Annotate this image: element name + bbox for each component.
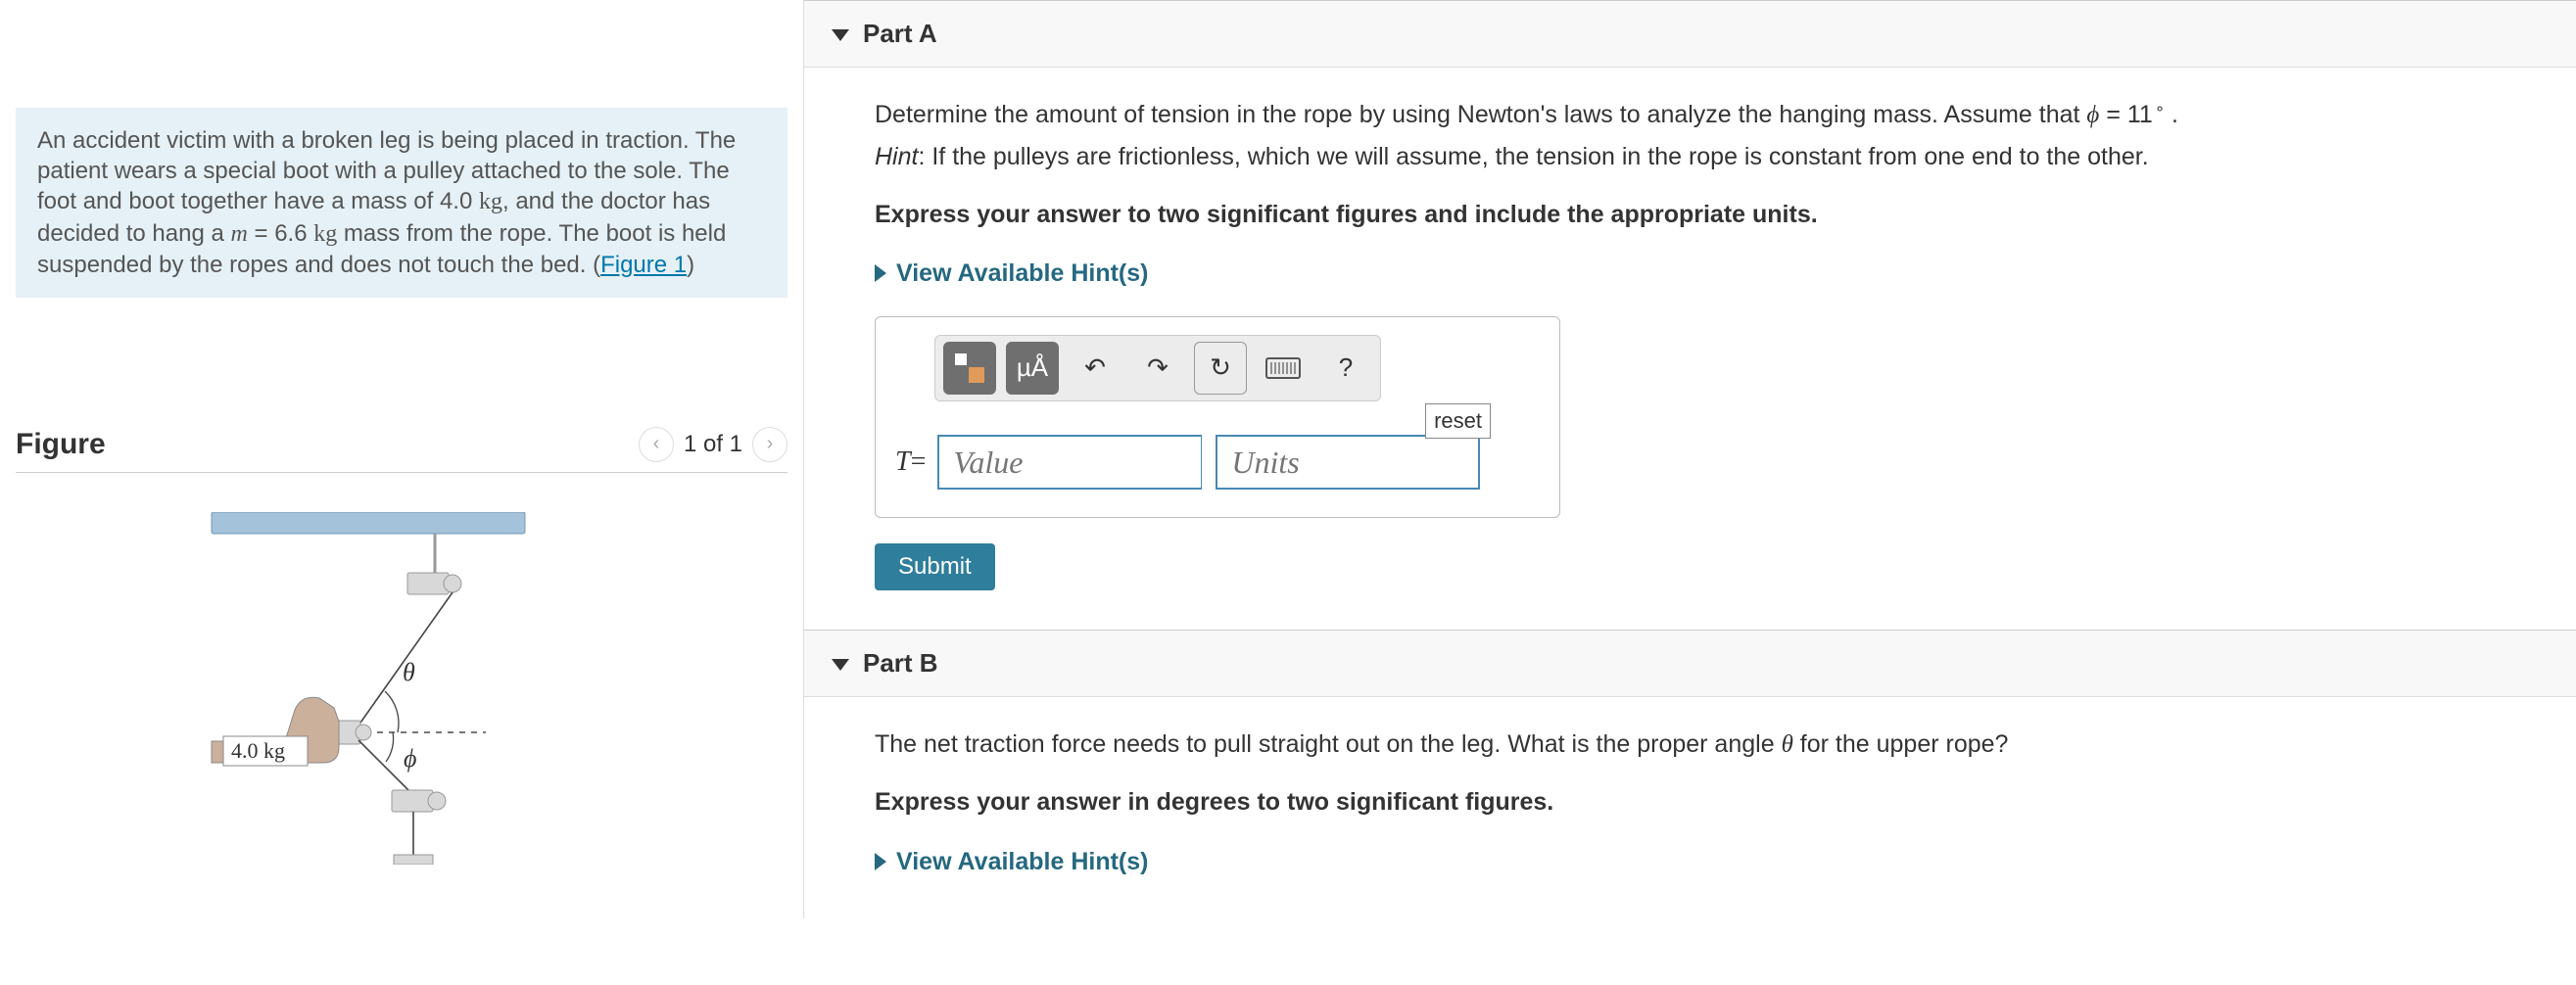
problem-statement: An accident victim with a broken leg is … [16,108,787,298]
caret-right-icon [875,853,886,870]
caret-down-icon [832,659,849,671]
submit-button[interactable]: Submit [875,543,995,590]
figure-prev-button[interactable]: ‹ [639,427,674,462]
part-a-hint: Hint: If the pulleys are frictionless, w… [875,139,2537,174]
answer-variable: T = [895,435,937,490]
part-a-title: Part A [863,19,937,49]
part-a-header[interactable]: Part A [804,1,2576,68]
part-b-header[interactable]: Part B [804,631,2576,697]
part-a-question: Determine the amount of tension in the r… [875,97,2537,133]
value-input[interactable] [937,435,1202,490]
help-button[interactable]: ? [1319,342,1372,395]
part-a-instruction: Express your answer to two significant f… [875,197,2537,232]
view-hints-link[interactable]: View Available Hint(s) [875,256,2537,291]
boot-mass-label: 4.0 kg [231,738,285,763]
part-b-question: The net traction force needs to pull str… [875,727,2537,763]
figure-pager: ‹ 1 of 1 › [639,427,787,462]
figure-title: Figure [16,428,106,461]
caret-right-icon [875,264,886,282]
figure-link[interactable]: Figure 1 [600,252,687,278]
redo-button[interactable]: ↷ [1131,342,1184,395]
view-hints-link-b[interactable]: View Available Hint(s) [875,844,2537,879]
caret-down-icon [832,29,849,41]
part-b-instruction: Express your answer in degrees to two si… [875,784,2537,820]
reset-label: reset [1425,403,1491,439]
theta-label: θ [403,658,415,686]
figure-next-button[interactable]: › [752,427,787,462]
figure-diagram: θ 4.0 kg ϕ [16,473,787,871]
figure-counter: 1 of 1 [684,431,742,458]
units-symbol-button[interactable]: µÅ [1006,342,1059,395]
answer-toolbar: µÅ ↶ ↷ ↻ ? [934,335,1381,401]
keyboard-button[interactable] [1257,342,1310,395]
undo-button[interactable]: ↶ [1069,342,1121,395]
part-b-title: Part B [863,648,938,679]
answer-box: µÅ ↶ ↷ ↻ ? reset T = [875,316,1560,518]
template-picker-button[interactable] [943,342,996,395]
phi-label: ϕ [404,744,416,773]
reset-button[interactable]: ↻ [1194,342,1247,395]
units-input[interactable] [1216,435,1480,490]
keyboard-icon [1265,357,1301,379]
